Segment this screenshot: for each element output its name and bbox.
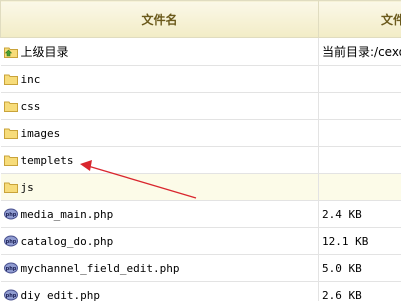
file-size: 5.0 KB xyxy=(322,261,362,275)
file-table: 文件名 文件 上级目录 当前目录:/cexo inc css images te… xyxy=(0,0,401,301)
file-row[interactable]: php catalog_do.php 12.1 KB xyxy=(0,227,401,255)
folder-icon xyxy=(3,128,18,139)
folder-link-js[interactable]: js xyxy=(21,181,34,194)
folder-row[interactable]: templets xyxy=(0,146,401,174)
folder-row[interactable]: images xyxy=(0,119,401,147)
folder-row[interactable]: js xyxy=(0,173,401,201)
parent-directory-link[interactable]: 上级目录 xyxy=(21,43,69,60)
parent-folder-icon xyxy=(3,47,18,58)
parent-directory-row[interactable]: 上级目录 当前目录:/cexo xyxy=(0,37,401,66)
php-file-icon: php xyxy=(3,289,18,301)
svg-text:php: php xyxy=(5,266,16,272)
folder-icon xyxy=(3,155,18,166)
current-directory-label: 当前目录:/cexo xyxy=(322,45,401,59)
file-link[interactable]: media_main.php xyxy=(21,208,114,221)
folder-row[interactable]: css xyxy=(0,92,401,120)
second-column-header[interactable]: 文件 xyxy=(318,0,401,38)
file-row[interactable]: php diy_edit.php 2.6 KB xyxy=(0,281,401,301)
folder-icon xyxy=(3,74,18,85)
file-row[interactable]: php mychannel_field_edit.php 5.0 KB xyxy=(0,254,401,282)
folder-row[interactable]: inc xyxy=(0,65,401,93)
folder-link-templets[interactable]: templets xyxy=(21,154,74,167)
file-manager: 文件名 文件 上级目录 当前目录:/cexo inc css images te… xyxy=(0,0,401,301)
file-size: 12.1 KB xyxy=(322,234,369,248)
table-header-row: 文件名 文件 xyxy=(0,0,401,38)
svg-text:php: php xyxy=(5,212,16,218)
file-link[interactable]: catalog_do.php xyxy=(21,235,114,248)
folder-link-css[interactable]: css xyxy=(21,100,41,113)
svg-text:php: php xyxy=(5,239,16,245)
php-file-icon: php xyxy=(3,208,18,220)
file-size: 2.4 KB xyxy=(322,207,362,221)
filename-column-header[interactable]: 文件名 xyxy=(0,0,319,38)
php-file-icon: php xyxy=(3,235,18,247)
folder-link-inc[interactable]: inc xyxy=(21,73,41,86)
folder-icon xyxy=(3,101,18,112)
file-link[interactable]: mychannel_field_edit.php xyxy=(21,262,180,275)
file-link[interactable]: diy_edit.php xyxy=(21,289,100,301)
php-file-icon: php xyxy=(3,262,18,274)
folder-icon xyxy=(3,182,18,193)
file-row[interactable]: php media_main.php 2.4 KB xyxy=(0,200,401,228)
folder-link-images[interactable]: images xyxy=(21,127,61,140)
svg-text:php: php xyxy=(5,293,16,299)
file-size: 2.6 KB xyxy=(322,288,362,301)
